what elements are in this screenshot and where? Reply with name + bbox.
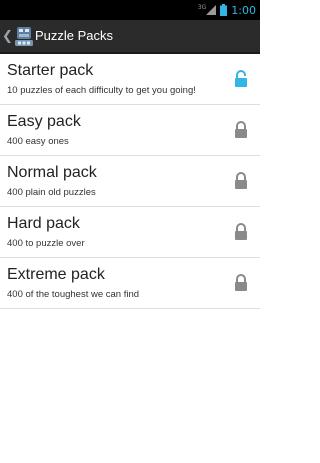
unlocked-padlock-icon: [235, 70, 247, 87]
pack-description: 10 puzzles of each difficulty to get you…: [7, 85, 196, 96]
network-type-label: 3G: [197, 3, 207, 11]
pack-description: 400 to puzzle over: [7, 238, 85, 249]
padlock-icon: [235, 121, 247, 138]
padlock-icon: [235, 274, 247, 291]
pack-item-extreme[interactable]: Extreme pack 400 of the toughest we can …: [0, 258, 260, 309]
pack-item-hard[interactable]: Hard pack 400 to puzzle over: [0, 207, 260, 258]
pack-title: Easy pack: [7, 113, 81, 130]
signal-icon: [206, 5, 217, 15]
padlock-icon: [235, 223, 247, 240]
padlock-icon: [235, 172, 247, 189]
pack-description: 400 of the toughest we can find: [7, 289, 140, 300]
up-navigation-button[interactable]: ❮: [0, 20, 34, 52]
pack-description: 400 easy ones: [7, 136, 69, 147]
pack-item-starter[interactable]: Starter pack 10 puzzles of each difficul…: [0, 54, 260, 105]
battery-icon: [220, 4, 228, 16]
page-title: Puzzle Packs: [35, 28, 114, 43]
pack-title: Extreme pack: [7, 266, 105, 283]
chevron-left-icon: ❮: [2, 28, 13, 44]
action-bar: ❮ Puzzle Packs: [0, 20, 260, 54]
robot-puzzle-app-icon: [14, 27, 33, 46]
status-bar: 3G 1:00: [0, 0, 260, 20]
pack-title: Starter pack: [7, 62, 94, 79]
status-icons: 3G 1:00: [198, 0, 256, 20]
pack-title: Normal pack: [7, 164, 97, 181]
pack-title: Hard pack: [7, 215, 80, 232]
pack-item-easy[interactable]: Easy pack 400 easy ones: [0, 105, 260, 156]
pack-description: 400 plain old puzzles: [7, 187, 96, 198]
pack-list: Starter pack 10 puzzles of each difficul…: [0, 54, 260, 309]
pack-item-normal[interactable]: Normal pack 400 plain old puzzles: [0, 156, 260, 207]
status-time: 1:00: [231, 3, 256, 17]
